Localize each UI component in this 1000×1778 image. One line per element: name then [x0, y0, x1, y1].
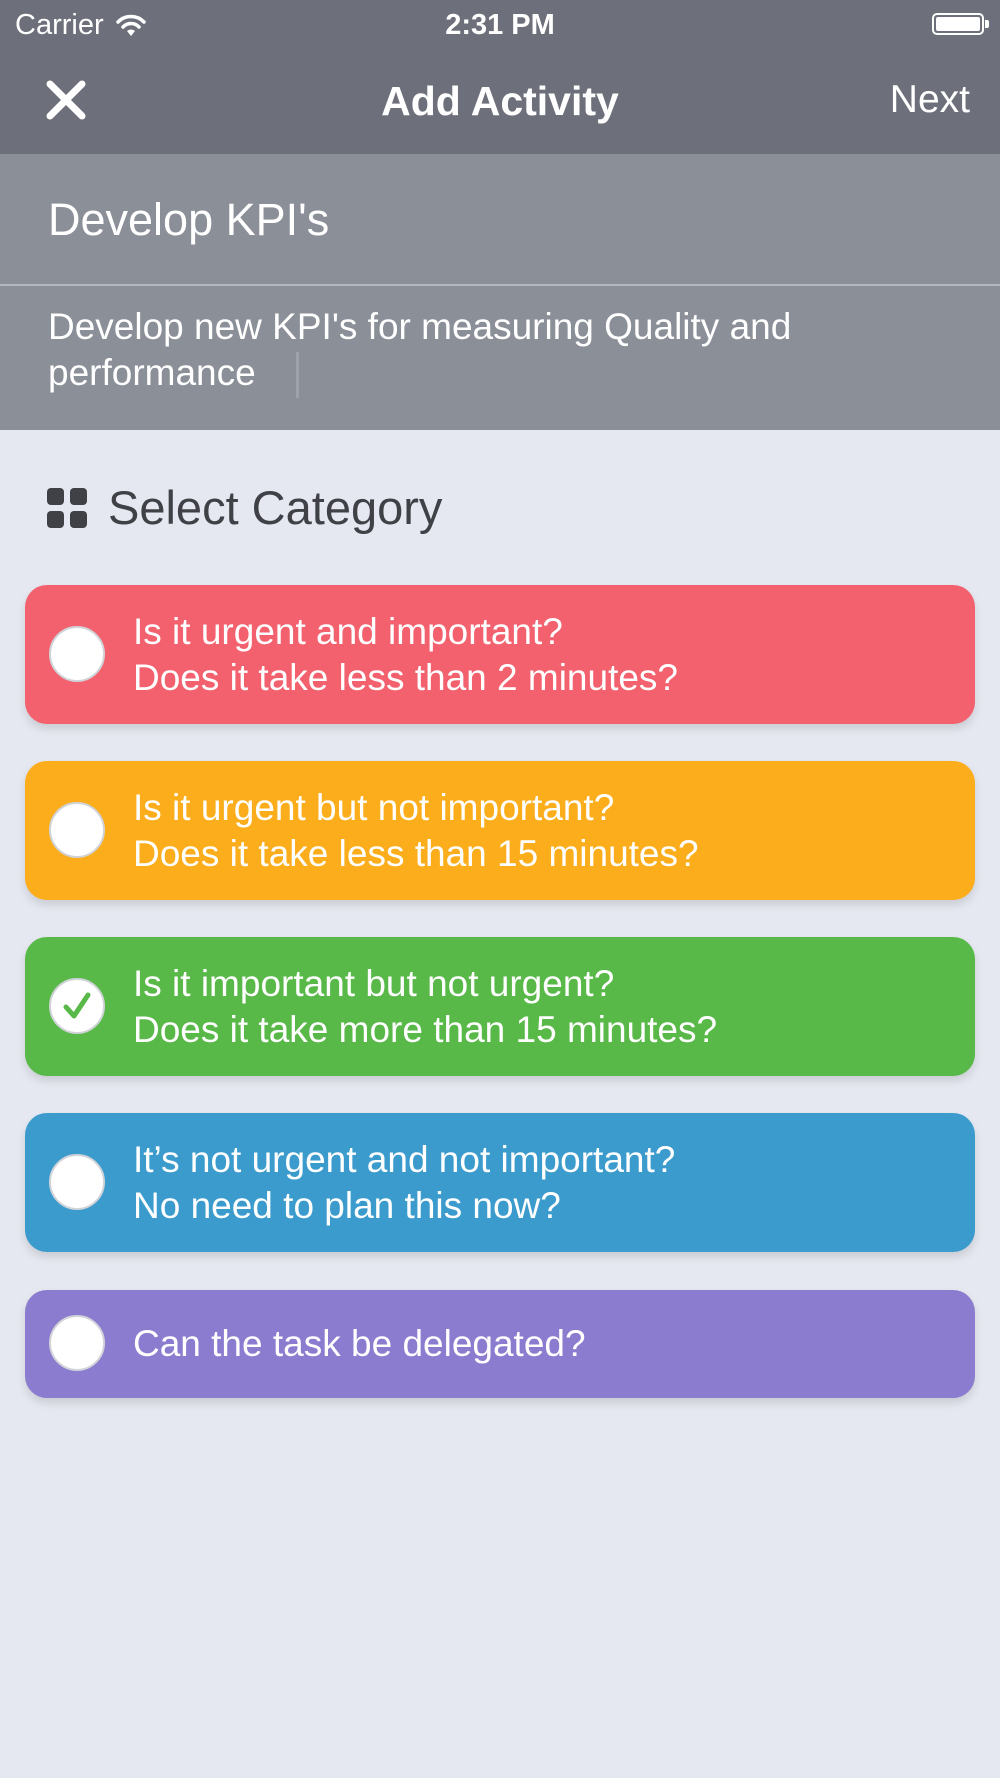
category-question: Is it urgent but not important? — [133, 787, 615, 828]
category-hint: Does it take more than 15 minutes? — [133, 1009, 718, 1050]
radio-button[interactable] — [49, 626, 105, 682]
section-header: Select Category — [47, 480, 442, 535]
nav-bar: Add Activity Next — [0, 50, 1000, 154]
category-card-urgent-not-important[interactable]: Is it urgent but not important? Does it … — [25, 761, 975, 900]
radio-button-selected[interactable] — [49, 978, 105, 1034]
category-text: Is it important but not urgent? Does it … — [133, 961, 717, 1053]
divider — [0, 284, 1000, 286]
checkmark-icon — [63, 992, 91, 1019]
category-question: It’s not urgent and not important? — [133, 1139, 676, 1180]
activity-description-text: Develop new KPI's for measuring Quality … — [48, 306, 792, 393]
category-text: Is it urgent and important? Does it take… — [133, 609, 678, 701]
category-hint: No need to plan this now? — [133, 1185, 561, 1226]
category-question: Is it urgent and important? — [133, 611, 563, 652]
category-card-important-not-urgent[interactable]: Is it important but not urgent? Does it … — [25, 937, 975, 1076]
category-card-delegate[interactable]: Can the task be delegated? — [25, 1290, 975, 1398]
page-title: Add Activity — [381, 78, 619, 124]
category-hint: Does it take less than 15 minutes? — [133, 833, 699, 874]
grid-icon — [47, 487, 87, 528]
radio-button[interactable] — [49, 1315, 105, 1371]
status-time: 2:31 PM — [445, 9, 555, 41]
category-card-urgent-important[interactable]: Is it urgent and important? Does it take… — [25, 585, 975, 724]
text-cursor — [295, 352, 299, 399]
category-text: Is it urgent but not important? Does it … — [133, 785, 699, 877]
radio-button[interactable] — [49, 1154, 105, 1210]
category-hint: Does it take less than 2 minutes? — [133, 657, 679, 698]
activity-header: Develop KPI's Develop new KPI's for meas… — [0, 154, 1000, 430]
category-text: It’s not urgent and not important? No ne… — [133, 1137, 675, 1229]
activity-title-field[interactable]: Develop KPI's — [48, 194, 329, 246]
category-question: Is it important but not urgent? — [133, 963, 615, 1004]
next-button[interactable]: Next — [890, 78, 970, 122]
battery-icon — [932, 13, 989, 35]
activity-description-field[interactable]: Develop new KPI's for measuring Quality … — [48, 304, 948, 399]
radio-button[interactable] — [49, 802, 105, 858]
category-card-not-urgent-not-important[interactable]: It’s not urgent and not important? No ne… — [25, 1113, 975, 1252]
category-text: Can the task be delegated? — [133, 1321, 586, 1367]
section-label: Select Category — [108, 481, 443, 534]
status-bar: Carrier 2:31 PM — [0, 0, 1000, 50]
category-question: Can the task be delegated? — [133, 1323, 586, 1364]
